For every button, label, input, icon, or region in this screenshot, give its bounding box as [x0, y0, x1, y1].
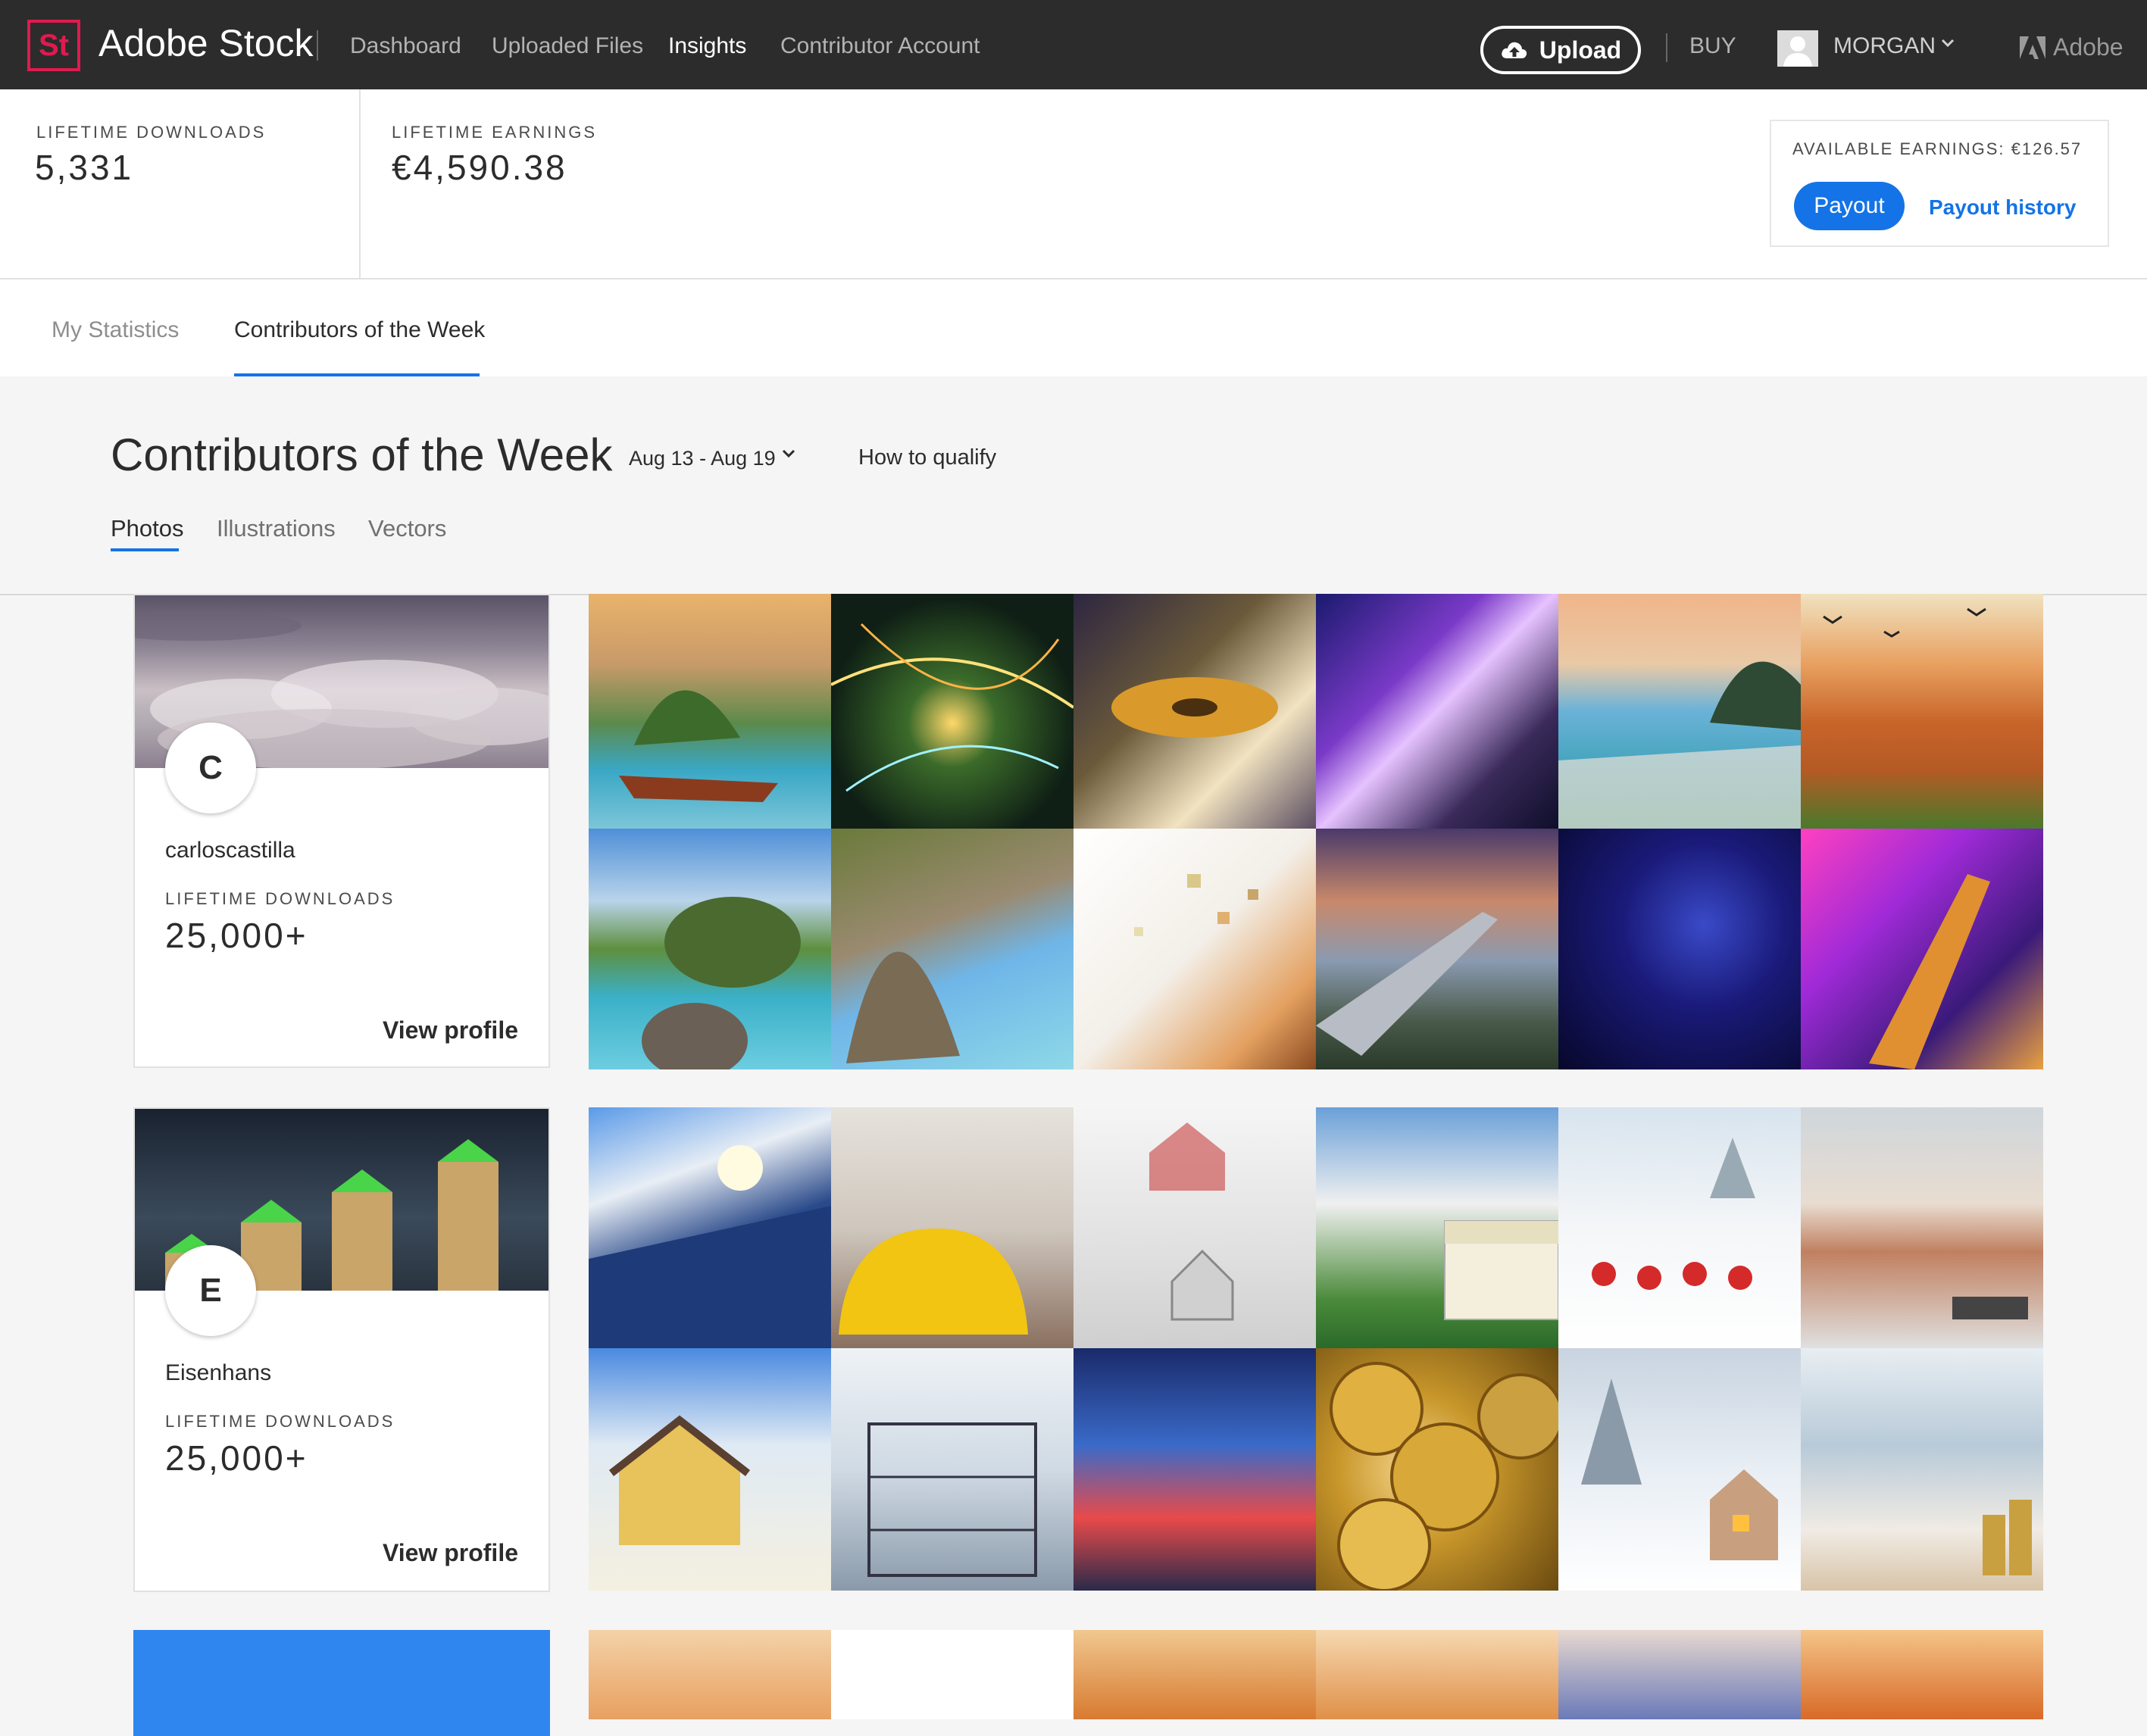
buy-link[interactable]: BUY — [1689, 33, 1736, 59]
view-profile-link[interactable]: View profile — [383, 1539, 518, 1567]
user-menu[interactable]: MORGAN — [1833, 33, 1936, 59]
cloud-upload-icon — [1502, 42, 1527, 58]
statistics-tabs: My Statistics Contributors of the Week — [0, 279, 2147, 376]
contributor-card: C carloscastilla LIFETIME DOWNLOADS 25,0… — [133, 594, 550, 1068]
stock-photo-thumbnail[interactable] — [1558, 1107, 1801, 1348]
stock-photo-thumbnail[interactable] — [589, 1348, 831, 1591]
contributor-image-grid — [589, 1630, 2043, 1719]
active-subtab-indicator — [111, 548, 179, 551]
top-divider — [1666, 33, 1667, 62]
contributor-downloads-label: LIFETIME DOWNLOADS — [165, 1412, 395, 1431]
contributor-initial-avatar: C — [165, 723, 256, 813]
stock-photo-thumbnail[interactable] — [831, 1107, 1074, 1348]
stock-photo-thumbnail[interactable] — [1074, 829, 1316, 1069]
date-range-select[interactable]: Aug 13 - Aug 19 — [629, 447, 776, 470]
stock-photo-thumbnail[interactable] — [1316, 1630, 1558, 1719]
upload-label: Upload — [1539, 36, 1622, 64]
top-nav-bar: St Adobe Stock Dashboard Uploaded Files … — [0, 0, 2147, 89]
adobe-logo-icon — [2020, 36, 2045, 59]
stats-strip: LIFETIME DOWNLOADS 5,331 LIFETIME EARNIN… — [0, 89, 2147, 279]
lifetime-earnings-value: €4,590.38 — [392, 148, 567, 187]
stock-photo-thumbnail[interactable] — [1801, 594, 2043, 829]
chevron-down-icon[interactable] — [780, 444, 797, 467]
contributor-downloads-label: LIFETIME DOWNLOADS — [165, 889, 395, 908]
stock-logo[interactable]: St — [27, 20, 80, 71]
payout-button[interactable]: Payout — [1794, 182, 1905, 230]
contributor-name[interactable]: Eisenhans — [165, 1360, 271, 1386]
avatar[interactable] — [1777, 30, 1818, 67]
contributor-name[interactable]: carloscastilla — [165, 838, 295, 863]
how-to-qualify-link[interactable]: How to qualify — [858, 445, 996, 470]
stock-photo-thumbnail[interactable] — [1316, 1107, 1558, 1348]
subtab-illustrations[interactable]: Illustrations — [217, 515, 336, 542]
nav-insights[interactable]: Insights — [668, 33, 746, 59]
stock-photo-thumbnail[interactable] — [1558, 1348, 1801, 1591]
nav-dashboard[interactable]: Dashboard — [350, 33, 461, 59]
stock-photo-thumbnail[interactable] — [1801, 1107, 2043, 1348]
nav-uploaded-files[interactable]: Uploaded Files — [492, 33, 643, 59]
contributor-card — [133, 1630, 550, 1736]
stock-photo-thumbnail[interactable] — [831, 594, 1074, 829]
page-title: Contributors of the Week — [111, 429, 613, 480]
stock-photo-thumbnail[interactable] — [1558, 829, 1801, 1069]
user-silhouette-icon — [1783, 36, 1812, 67]
stock-photo-thumbnail[interactable] — [1801, 1630, 2043, 1719]
available-earnings-value: €126.57 — [2011, 139, 2083, 158]
contributor-image-grid — [589, 1107, 2043, 1591]
stock-photo-thumbnail[interactable] — [589, 1107, 831, 1348]
payout-history-link[interactable]: Payout history — [1929, 195, 2076, 220]
nav-contributor-account[interactable]: Contributor Account — [780, 33, 980, 59]
upload-button[interactable]: Upload — [1480, 26, 1641, 74]
contributor-initial-avatar: E — [165, 1245, 256, 1336]
available-earnings-label: AVAILABLE EARNINGS: — [1792, 139, 2005, 158]
lifetime-downloads-value: 5,331 — [35, 148, 134, 187]
contributor-card: E Eisenhans LIFETIME DOWNLOADS 25,000+ V… — [133, 1107, 550, 1592]
stock-photo-thumbnail[interactable] — [1801, 1348, 2043, 1591]
stock-photo-thumbnail[interactable] — [1801, 829, 2043, 1069]
stock-photo-thumbnail[interactable] — [1316, 829, 1558, 1069]
stock-photo-thumbnail[interactable] — [1316, 594, 1558, 829]
tab-my-statistics[interactable]: My Statistics — [52, 317, 179, 343]
available-earnings: AVAILABLE EARNINGS: €126.57 — [1792, 139, 2082, 159]
adobe-label: Adobe — [2053, 33, 2124, 61]
subtab-vectors[interactable]: Vectors — [368, 515, 446, 542]
brand-name[interactable]: Adobe Stock — [98, 21, 314, 65]
active-tab-indicator — [234, 373, 480, 376]
stock-photo-thumbnail[interactable] — [1074, 594, 1316, 829]
tab-contributors-of-the-week[interactable]: Contributors of the Week — [234, 317, 485, 343]
stock-photo-thumbnail[interactable] — [831, 1348, 1074, 1591]
stock-photo-thumbnail[interactable] — [1316, 1348, 1558, 1591]
chevron-down-icon[interactable] — [1939, 33, 1956, 57]
stock-photo-thumbnail[interactable] — [831, 829, 1074, 1069]
subtab-photos[interactable]: Photos — [111, 515, 184, 542]
lifetime-earnings-label: LIFETIME EARNINGS — [392, 123, 598, 142]
stock-photo-thumbnail[interactable] — [1074, 1107, 1316, 1348]
stock-photo-thumbnail[interactable] — [1074, 1630, 1316, 1719]
view-profile-link[interactable]: View profile — [383, 1016, 518, 1044]
contributor-downloads-value: 25,000+ — [165, 916, 308, 955]
lifetime-downloads-label: LIFETIME DOWNLOADS — [36, 123, 267, 142]
stock-photo-thumbnail[interactable] — [1558, 594, 1801, 829]
brand-divider — [317, 30, 318, 61]
stock-photo-thumbnail[interactable] — [1074, 1348, 1316, 1591]
available-earnings-card: AVAILABLE EARNINGS: €126.57 Payout Payou… — [1770, 120, 2109, 247]
stock-photo-thumbnail[interactable] — [589, 594, 831, 829]
stats-divider — [359, 89, 361, 279]
stock-photo-thumbnail[interactable] — [589, 829, 831, 1069]
contributor-image-grid — [589, 594, 2043, 1069]
adobe-link[interactable]: Adobe — [2020, 33, 2124, 61]
stock-photo-thumbnail[interactable] — [589, 1630, 831, 1719]
stock-photo-thumbnail[interactable] — [1558, 1630, 1801, 1719]
contributor-downloads-value: 25,000+ — [165, 1438, 308, 1478]
stock-photo-thumbnail[interactable] — [831, 1630, 1074, 1719]
